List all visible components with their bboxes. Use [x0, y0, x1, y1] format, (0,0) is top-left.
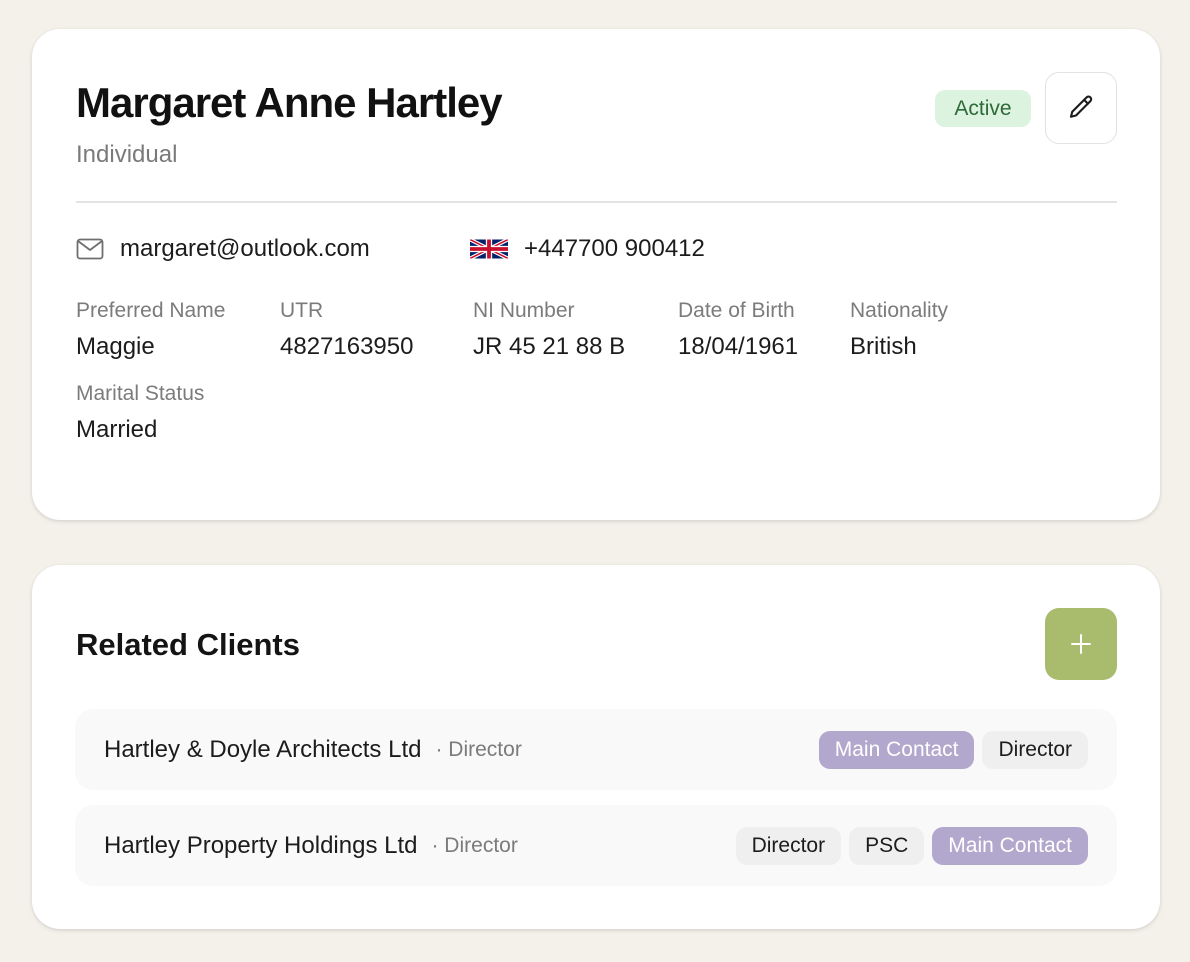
field-nationality: Nationality British: [850, 299, 948, 361]
field-label: Preferred Name: [76, 299, 226, 322]
phone-contact[interactable]: +447700 900412: [470, 235, 705, 263]
mail-icon: [76, 238, 104, 260]
phone-text: +447700 900412: [524, 235, 705, 262]
field-preferred-name: Preferred Name Maggie: [76, 299, 225, 361]
related-client-row[interactable]: Hartley Property Holdings Ltd · Director…: [75, 805, 1117, 886]
field-value: Married: [76, 416, 158, 443]
tag-list: Main Contact Director: [818, 730, 1088, 769]
field-value: Maggie: [76, 333, 155, 360]
client-profile-card: Margaret Anne Hartley Individual Active …: [32, 29, 1160, 520]
client-type: Individual: [76, 141, 178, 168]
field-label: Nationality: [850, 299, 949, 322]
field-marital-status: Marital Status Married: [76, 382, 204, 444]
email-text: margaret@outlook.com: [120, 235, 370, 262]
related-clients-title: Related Clients: [76, 627, 300, 662]
related-client-role: · Director: [431, 833, 518, 857]
tag-list: Director PSC Main Contact: [735, 826, 1088, 865]
tag-director: Director: [735, 826, 842, 865]
add-related-client-button[interactable]: [1045, 608, 1117, 680]
header-divider: [76, 201, 1117, 203]
tag-psc: PSC: [849, 826, 925, 865]
field-label: Date of Birth: [678, 299, 795, 322]
tag-director: Director: [982, 730, 1088, 769]
related-client-role: · Director: [435, 737, 522, 761]
field-date-of-birth: Date of Birth 18/04/1961: [678, 299, 798, 361]
field-label: UTR: [280, 299, 324, 322]
field-ni-number: NI Number JR 45 21 88 B: [473, 299, 625, 361]
client-name: Margaret Anne Hartley: [76, 79, 503, 126]
edit-button[interactable]: [1045, 72, 1117, 144]
field-label: NI Number: [473, 299, 575, 322]
status-badge: Active: [935, 90, 1031, 127]
pencil-icon: [1069, 95, 1093, 118]
related-client-row[interactable]: Hartley & Doyle Architects Ltd · Directo…: [75, 709, 1117, 790]
field-value: British: [850, 333, 917, 360]
uk-flag-icon: [470, 235, 508, 263]
related-client-name[interactable]: Hartley & Doyle Architects Ltd: [104, 736, 421, 764]
tag-main-contact: Main Contact: [818, 730, 975, 769]
related-clients-card: Related Clients Hartley & Doyle Architec…: [32, 565, 1160, 929]
plus-icon: [1071, 634, 1091, 654]
tag-main-contact: Main Contact: [932, 826, 1088, 865]
email-contact[interactable]: margaret@outlook.com: [76, 235, 370, 263]
related-client-name[interactable]: Hartley Property Holdings Ltd: [104, 832, 417, 860]
field-value: 18/04/1961: [678, 333, 799, 360]
field-utr: UTR 4827163950: [280, 299, 413, 361]
field-label: Marital Status: [76, 382, 205, 405]
field-value: 4827163950: [280, 333, 414, 360]
field-value: JR 45 21 88 B: [473, 333, 626, 360]
